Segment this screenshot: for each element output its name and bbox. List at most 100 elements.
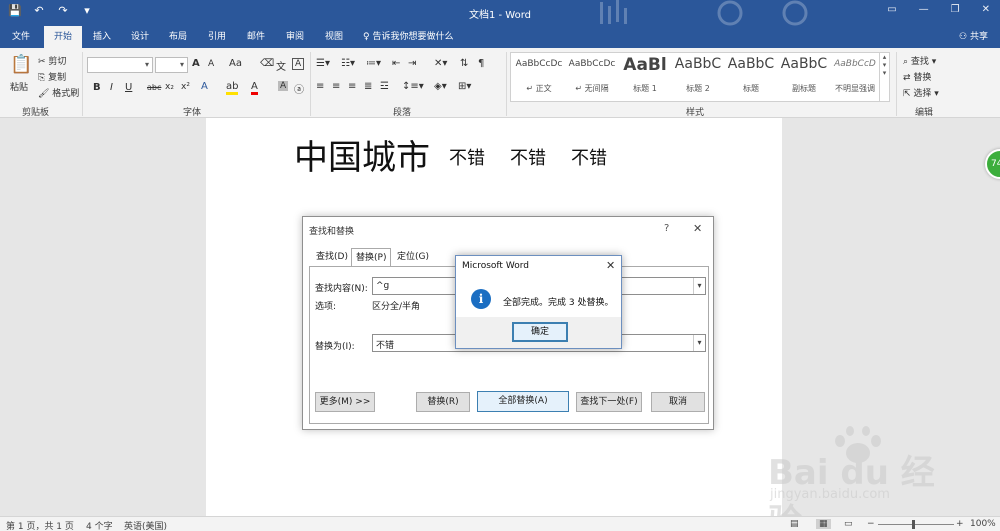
tab-review[interactable]: 审阅: [279, 26, 311, 48]
close-icon[interactable]: ✕: [693, 222, 702, 235]
tab-goto[interactable]: 定位(G): [393, 248, 433, 266]
replace-label: 替换: [913, 73, 932, 83]
change-case-button[interactable]: Aa: [229, 58, 242, 69]
find-button[interactable]: ⌕ 查找 ▾: [903, 54, 936, 67]
cancel-button[interactable]: 取消: [651, 392, 705, 412]
text-effects-icon[interactable]: A: [201, 81, 208, 92]
tell-me-box[interactable]: ♀ 告诉我你想要做什么: [363, 26, 453, 48]
justify-icon[interactable]: ≣: [364, 81, 372, 92]
style-heading-2[interactable]: AaBbC 标题 2: [672, 53, 724, 101]
align-left-icon[interactable]: ≡: [316, 81, 324, 92]
chinese-layout-icon[interactable]: ✕▾: [434, 58, 447, 69]
multilevel-list-icon[interactable]: ≔▾: [366, 58, 381, 69]
print-layout-icon[interactable]: ▦: [816, 519, 831, 529]
cut-button[interactable]: ✂ 剪切: [38, 54, 66, 67]
numbering-icon[interactable]: ☷▾: [341, 58, 355, 69]
ribbon-display-icon[interactable]: ▭: [887, 4, 896, 15]
page-count[interactable]: 第 1 页，共 1 页: [6, 519, 74, 531]
style-subtle-emphasis[interactable]: AaBbCcD 不明显强调: [829, 53, 881, 101]
select-button[interactable]: ⇱ 选择 ▾: [903, 86, 939, 99]
style-subtitle[interactable]: AaBbC 副标题: [778, 53, 830, 101]
style-name: 标题 1: [633, 84, 657, 93]
char-shading-icon[interactable]: A: [278, 81, 289, 91]
restore-icon[interactable]: ❐: [951, 4, 960, 15]
tab-find[interactable]: 查找(D): [312, 248, 352, 266]
language-indicator[interactable]: 英语(美国): [124, 519, 167, 531]
style-no-spacing[interactable]: AaBbCcDc ↵ 无间隔: [566, 53, 618, 101]
person-icon: ⚇: [959, 32, 970, 42]
tab-design[interactable]: 设计: [124, 26, 156, 48]
sort-icon[interactable]: ⇅: [460, 58, 468, 69]
replace-icon: ⇄: [903, 73, 914, 83]
zoom-in-button[interactable]: +: [956, 519, 964, 529]
highlight-icon[interactable]: ab: [226, 81, 239, 95]
tab-file[interactable]: 文件: [4, 26, 38, 48]
shading-icon[interactable]: ◈▾: [434, 81, 447, 92]
tab-view[interactable]: 视图: [318, 26, 350, 48]
line-spacing-icon[interactable]: ↕≡▾: [402, 81, 424, 92]
tab-references[interactable]: 引用: [201, 26, 233, 48]
show-marks-icon[interactable]: ¶: [478, 58, 484, 69]
bold-button[interactable]: B: [93, 82, 101, 93]
tab-replace[interactable]: 替换(P): [351, 248, 392, 267]
char-border-icon[interactable]: A: [292, 58, 305, 70]
distributed-icon[interactable]: ☲: [380, 81, 389, 92]
borders-icon[interactable]: ⊞▾: [458, 81, 471, 92]
replace-all-button[interactable]: 全部替换(A): [477, 391, 569, 412]
style-normal[interactable]: AaBbCcDc ↵ 正文: [513, 53, 565, 101]
zoom-slider-thumb[interactable]: [912, 520, 915, 529]
shrink-font-button[interactable]: A: [208, 59, 214, 69]
help-icon[interactable]: ?: [664, 223, 669, 234]
grow-font-button[interactable]: A: [192, 58, 200, 69]
enclose-char-icon[interactable]: ⓐ: [294, 81, 304, 96]
divider: [506, 52, 507, 116]
paste-icon[interactable]: 📋: [10, 54, 32, 75]
phonetic-guide-icon[interactable]: 文: [276, 58, 286, 73]
format-painter-button[interactable]: 🖌 格式刷: [38, 86, 79, 99]
align-right-icon[interactable]: ≡: [348, 81, 356, 92]
chevron-down-icon[interactable]: ▾: [693, 278, 705, 294]
more-button[interactable]: 更多(M) >>: [315, 392, 375, 412]
gallery-scrollbar[interactable]: ▴ ▾ ▾: [879, 53, 889, 101]
replace-once-button[interactable]: 替换(R): [416, 392, 470, 412]
style-title[interactable]: AaBbC 标题: [725, 53, 777, 101]
ok-button[interactable]: 确定: [512, 322, 568, 342]
word-count[interactable]: 4 个字: [86, 519, 113, 531]
close-icon[interactable]: ✕: [606, 259, 615, 272]
replace-button[interactable]: ⇄ 替换: [903, 70, 931, 83]
superscript-button[interactable]: x²: [181, 82, 190, 92]
tab-home[interactable]: 开始: [44, 26, 82, 48]
strikethrough-button[interactable]: abc: [147, 83, 161, 92]
zoom-out-button[interactable]: −: [867, 519, 875, 529]
tab-insert[interactable]: 插入: [86, 26, 118, 48]
tab-mailings[interactable]: 邮件: [240, 26, 272, 48]
increase-indent-icon[interactable]: ⇥: [408, 58, 416, 69]
align-center-icon[interactable]: ≡: [332, 81, 340, 92]
style-heading-1[interactable]: AaBl 标题 1: [619, 53, 671, 101]
underline-button[interactable]: U: [125, 82, 132, 93]
font-color-icon[interactable]: A: [251, 81, 258, 95]
share-button[interactable]: ⚇ 共享: [959, 26, 988, 48]
web-layout-icon[interactable]: ▭: [844, 519, 853, 529]
style-name: 标题: [743, 84, 759, 93]
subscript-button[interactable]: x₂: [165, 82, 174, 92]
read-mode-icon[interactable]: ▤: [790, 519, 799, 529]
font-name-combo[interactable]: ▾: [87, 57, 153, 73]
zoom-level[interactable]: 100%: [970, 519, 996, 529]
close-window-icon[interactable]: ✕: [982, 4, 990, 15]
decrease-indent-icon[interactable]: ⇤: [392, 58, 400, 69]
copy-icon: ⎘: [38, 73, 49, 83]
chevron-down-icon[interactable]: ▾: [693, 335, 705, 351]
clear-format-icon[interactable]: ⌫: [260, 58, 274, 69]
message-title: Microsoft Word: [462, 261, 529, 271]
tab-layout[interactable]: 布局: [162, 26, 194, 48]
options-label: 选项:: [315, 302, 337, 312]
paste-button[interactable]: 粘贴: [10, 80, 28, 93]
font-size-combo[interactable]: ▾: [155, 57, 188, 73]
italic-button[interactable]: I: [110, 82, 113, 93]
zoom-slider[interactable]: [878, 524, 954, 525]
minimize-icon[interactable]: —: [919, 4, 929, 15]
copy-button[interactable]: ⎘ 复制: [38, 70, 66, 83]
find-next-button[interactable]: 查找下一处(F): [576, 392, 642, 412]
bullets-icon[interactable]: ☰▾: [316, 58, 330, 69]
